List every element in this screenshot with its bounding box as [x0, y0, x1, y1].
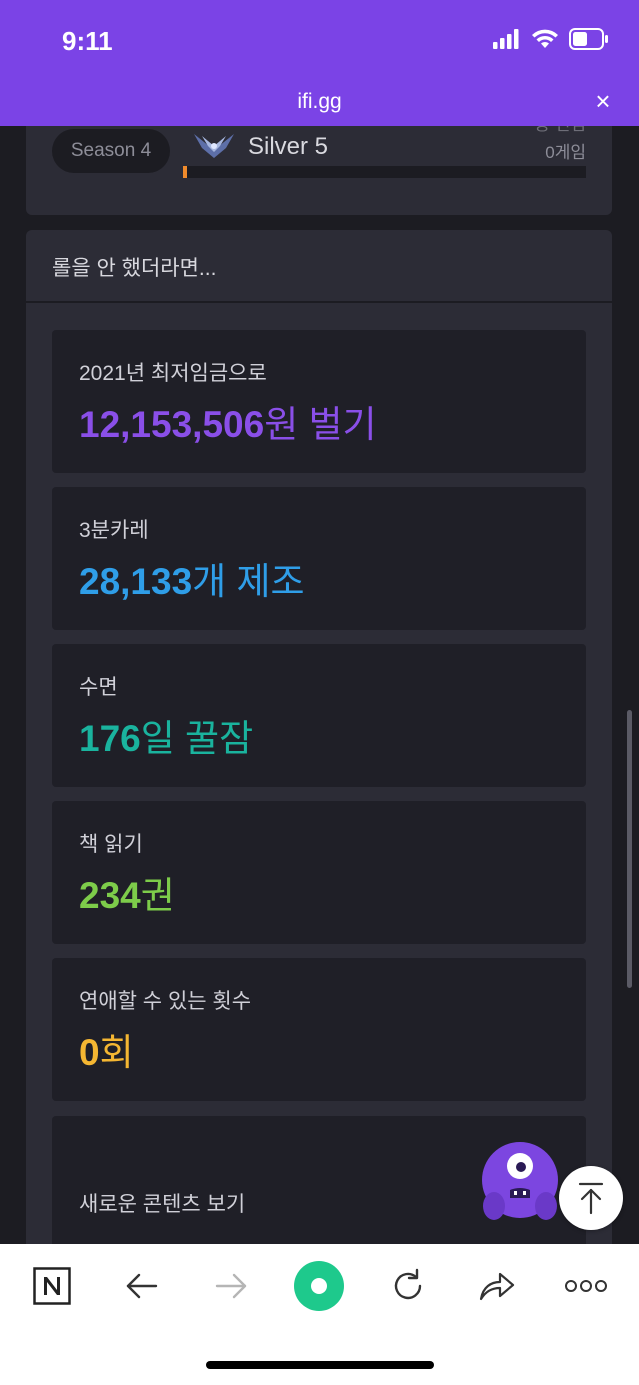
- close-button[interactable]: ×: [589, 86, 617, 117]
- stat-value: 12,153,506원 벌기: [79, 394, 377, 448]
- back-arrow-icon: [126, 1273, 158, 1299]
- stat-unit: 회: [99, 1032, 134, 1073]
- stat-unit: 개 제조: [192, 561, 305, 602]
- win-rate-bar-fill: [183, 166, 187, 178]
- bottom-nav: [0, 1260, 639, 1312]
- rank-record-partial: 승 전임: [534, 126, 586, 135]
- stat-unit: 일 꿀잠: [140, 718, 254, 759]
- refresh-button[interactable]: [382, 1260, 434, 1312]
- wifi-icon: [532, 29, 558, 48]
- naver-n-icon: [33, 1267, 71, 1305]
- browser-top-bar: 9:11 ifi.gg ×: [0, 0, 639, 126]
- share-icon: [479, 1272, 515, 1301]
- stat-unit: 권: [140, 875, 175, 916]
- stat-card-dating: 연애할 수 있는 횟수 0회: [52, 958, 586, 1101]
- battery-icon: [569, 28, 608, 50]
- win-rate-bar: [183, 166, 586, 178]
- more-dots-icon: [565, 1280, 607, 1292]
- stat-value: 0회: [79, 1022, 134, 1076]
- stat-label: 3분카레: [79, 519, 149, 542]
- stat-label: 수면: [79, 676, 118, 699]
- stat-card-curry: 3분카레 28,133개 제조: [52, 487, 586, 630]
- naver-n-button[interactable]: [26, 1260, 78, 1312]
- new-content-label[interactable]: 새로운 콘텐츠 보기: [79, 1188, 245, 1218]
- scroll-to-top-button[interactable]: [559, 1166, 623, 1230]
- status-icons: [493, 28, 609, 50]
- green-home-circle-icon: [294, 1261, 344, 1311]
- stat-value: 28,133개 제조: [79, 551, 305, 605]
- share-button[interactable]: [471, 1260, 523, 1312]
- home-indicator: [206, 1361, 434, 1369]
- stat-number: 234: [79, 875, 141, 916]
- status-time: 9:11: [62, 26, 113, 56]
- back-button[interactable]: [116, 1260, 168, 1312]
- url-label[interactable]: ifi.gg: [0, 90, 639, 114]
- stat-number: 28,133: [79, 561, 193, 602]
- cellular-signal-icon: [493, 29, 519, 49]
- scrollbar[interactable]: [627, 710, 632, 988]
- stat-number: 0: [79, 1032, 100, 1073]
- page-content: Season 4 Silver 5 승 전임 0게임 롤을 안 했더라면... …: [0, 126, 639, 1244]
- home-button[interactable]: [293, 1260, 345, 1312]
- purple-one-eyed-monster-icon[interactable]: [480, 1140, 564, 1224]
- stat-card-books: 책 읽기 234권: [52, 801, 586, 944]
- season-rank-panel: Season 4 Silver 5 승 전임 0게임: [26, 126, 612, 215]
- panel-title: 롤을 안 했더라면...: [52, 257, 217, 280]
- refresh-icon: [394, 1268, 422, 1300]
- stat-unit: 원 벌기: [264, 404, 377, 445]
- stat-value: 234권: [79, 865, 175, 919]
- divider: [26, 301, 612, 303]
- forward-button[interactable]: [205, 1260, 257, 1312]
- games-count: 0게임: [545, 143, 586, 162]
- stat-value: 176일 꿀잠: [79, 708, 253, 762]
- stat-label: 책 읽기: [79, 833, 143, 856]
- stat-label: 2021년 최저임금으로: [79, 362, 267, 385]
- stat-number: 176: [79, 718, 141, 759]
- more-button[interactable]: [560, 1260, 612, 1312]
- forward-arrow-icon: [215, 1273, 247, 1299]
- stat-card-sleep: 수면 176일 꿀잠: [52, 644, 586, 787]
- stat-number: 12,153,506: [79, 404, 265, 445]
- season-badge[interactable]: Season 4: [52, 129, 170, 173]
- silver-tier-emblem-icon: [194, 134, 234, 158]
- if-not-played-panel: 롤을 안 했더라면... 2021년 최저임금으로 12,153,506원 벌기…: [26, 230, 612, 1244]
- stat-label: 연애할 수 있는 횟수: [79, 990, 252, 1013]
- tier-name: Silver 5: [248, 133, 329, 160]
- arrow-up-to-top-icon: [578, 1182, 604, 1215]
- stat-card-wage: 2021년 최저임금으로 12,153,506원 벌기: [52, 330, 586, 473]
